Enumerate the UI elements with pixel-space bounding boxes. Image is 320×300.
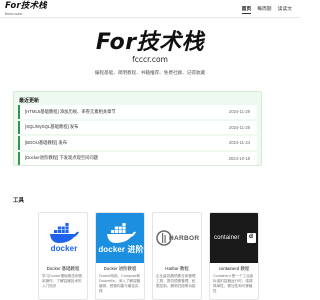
recent-updates-title: 最近更新 xyxy=(19,98,40,104)
tools-section-title: 工具 xyxy=(13,198,25,204)
harbor-logo: HARBOR xyxy=(153,213,201,263)
nav-reading[interactable]: 读读文 xyxy=(278,5,292,14)
update-item-date: 2024-11-28 xyxy=(228,124,250,130)
tool-card-desc: 企业级容器镜像仓库管理工具，提供镜像管理、权限控制、漏洞扫描等功能 xyxy=(156,274,196,288)
update-item-title[interactable]: [HTML5基础教程] 添加历帧、率卷元素相关章节 xyxy=(25,109,116,115)
containerd-logo: container d xyxy=(210,213,258,263)
update-item[interactable]: [HTML5基础教程] 添加历帧、率卷元素相关章节 2024-11-29 xyxy=(18,105,257,119)
update-item[interactable]: [SQL/MySQL基础教程] 发布 2024-11-28 xyxy=(18,120,257,134)
site-logo-domain: fcccr.com xyxy=(5,10,22,16)
update-item-title[interactable]: [SQL/MySQL基础教程] 发布 xyxy=(25,124,78,130)
docker-advanced-logo-text: docker 进阶 xyxy=(98,245,144,254)
docker-advanced-logo: docker 进阶 xyxy=(96,213,144,263)
tool-card-desc: Containerd 是一个工业级标准的容器运行时，强调简单性、健壮性和可移植性 xyxy=(213,274,254,293)
top-nav: 首页 每周题 读读文 xyxy=(241,5,292,14)
tool-card-desc: Docker网络、Compose和Dockerfile，深入了解容器编排、镜像构… xyxy=(99,274,141,293)
tools-card-grid: docker Docker 基础教程 学习Docker基础概念和常用操作，了解容… xyxy=(38,212,259,300)
docker-logo: docker xyxy=(39,213,87,263)
tool-card-containerd[interactable]: container d containerd 教程 Containerd 是一个… xyxy=(209,212,259,300)
header-divider xyxy=(0,17,300,18)
update-item-title[interactable]: [BGOU基础教程] 发布 xyxy=(25,140,67,146)
docker-logo-text: docker xyxy=(50,244,78,253)
recent-updates-list: [HTML5基础教程] 添加历帧、率卷元素相关章节 2024-11-29 [SQ… xyxy=(18,105,257,167)
nav-weekly[interactable]: 每周题 xyxy=(257,5,271,14)
tool-card-docker-advanced[interactable]: docker 进阶 Docker 进阶教程 Docker网络、Compose和D… xyxy=(95,212,145,300)
hero-logo: For技术栈 fcccr.com xyxy=(0,30,300,65)
docker-whale-icon xyxy=(50,223,79,243)
update-item[interactable]: [Docker进阶教程] 下发现点现空间问题 2024-10-18 xyxy=(18,151,257,165)
tool-card-docker-basic[interactable]: docker Docker 基础教程 学习Docker基础概念和常用操作，了解容… xyxy=(38,212,88,300)
tool-card-harbor[interactable]: HARBOR Harbor 教程 企业级容器镜像仓库管理工具，提供镜像管理、权限… xyxy=(152,212,202,300)
containerd-d-icon: d xyxy=(247,233,256,243)
containerd-logo-text: container xyxy=(214,235,240,241)
hero-logo-text: For技术栈 xyxy=(95,30,205,55)
hero-subtitle: 编程基础、简明教程、书籍推荐、免费社群、记得收藏 xyxy=(94,70,206,75)
tool-card-desc: 学习Docker基础概念和常用操作，了解容器技术的入门知识 xyxy=(42,274,83,288)
nav-home[interactable]: 首页 xyxy=(241,5,252,14)
update-item-date: 2024-10-18 xyxy=(228,155,250,161)
docker-whale-icon xyxy=(107,223,136,243)
update-item[interactable]: [BGOU基础教程] 发布 2024-11-24 xyxy=(18,136,257,150)
update-item-title[interactable]: [Docker进阶教程] 下发现点现空间问题 xyxy=(25,155,98,161)
update-item-date: 2024-11-24 xyxy=(228,140,250,146)
harbor-logo-text: HARBOR xyxy=(169,235,200,242)
recent-updates-panel: 最近更新 [HTML5基础教程] 添加历帧、率卷元素相关章节 2024-11-2… xyxy=(13,91,262,166)
update-item-date: 2024-11-29 xyxy=(228,109,250,115)
top-bar: For技术栈 fcccr.com 首页 每周题 读读文 xyxy=(0,0,300,18)
site-logo-text[interactable]: For技术栈 xyxy=(5,2,47,11)
site-logo[interactable]: For技术栈 fcccr.com xyxy=(5,2,47,16)
hero-logo-domain: fcccr.com xyxy=(132,55,168,64)
